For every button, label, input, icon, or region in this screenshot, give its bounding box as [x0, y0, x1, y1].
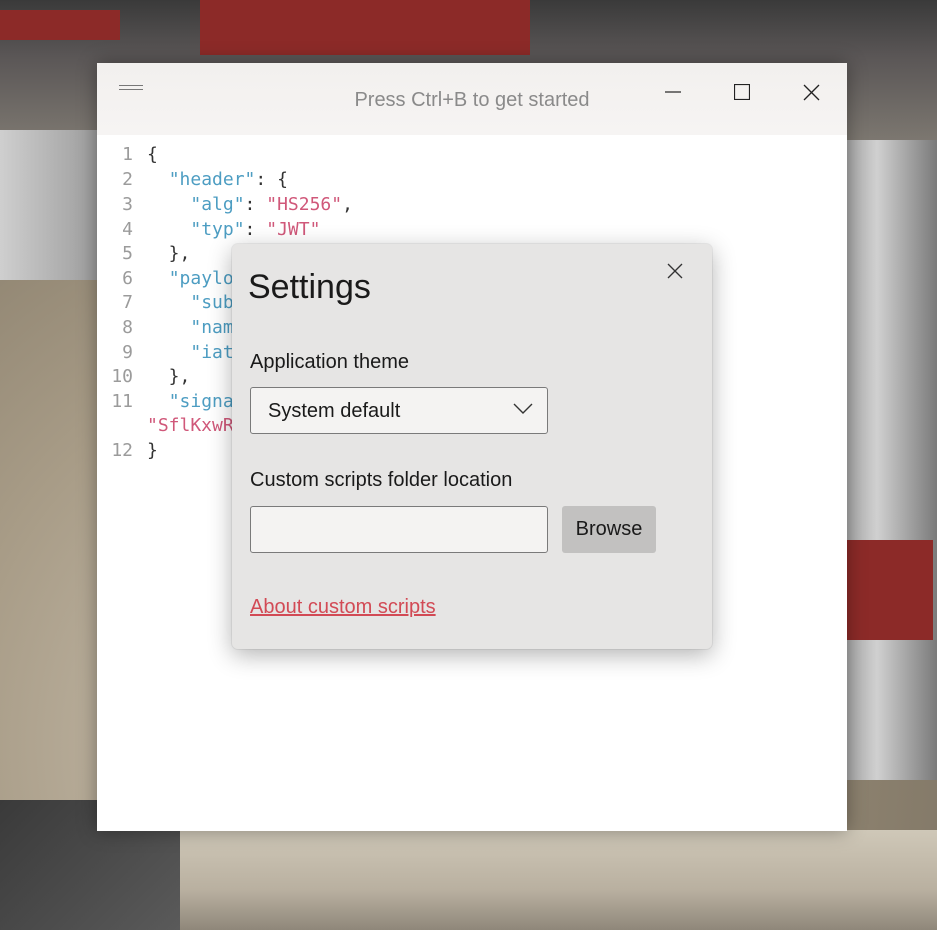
code-text: "nam	[190, 317, 234, 338]
minimize-icon	[665, 91, 681, 93]
code-text: "paylo	[168, 268, 234, 289]
desktop-wallpaper-bottom	[0, 830, 937, 930]
code-text: "iat	[190, 342, 234, 363]
code-text: "header": {	[168, 169, 288, 190]
close-settings-button[interactable]	[660, 256, 690, 286]
chevron-down-icon	[513, 403, 533, 414]
minimize-button[interactable]	[645, 69, 701, 115]
line-number: 2	[122, 169, 133, 190]
close-icon	[667, 263, 683, 279]
code-text: },	[147, 243, 191, 264]
theme-select-value: System default	[268, 400, 401, 422]
line-number: 3	[122, 194, 133, 215]
line-number: 1	[122, 144, 133, 165]
dialog-title: Settings	[248, 268, 371, 306]
code-text: "SflKxwR	[147, 415, 234, 436]
theme-select[interactable]: System default	[250, 387, 548, 434]
line-number: 8	[122, 317, 133, 338]
scripts-folder-input[interactable]	[250, 506, 548, 553]
line-number: 6	[122, 268, 133, 289]
maximize-icon	[734, 84, 750, 100]
title-bar: Press Ctrl+B to get started	[97, 63, 847, 135]
settings-dialog: Settings Application theme System defaul…	[232, 244, 712, 649]
line-number: 4	[122, 219, 133, 240]
line-number: 7	[122, 292, 133, 313]
code-text: "typ": "JWT"	[190, 219, 321, 240]
line-number: 10	[111, 366, 133, 387]
desktop-wallpaper-right	[837, 140, 937, 780]
close-window-button[interactable]	[783, 69, 839, 115]
code-text: {	[147, 144, 158, 165]
line-number: 11	[111, 391, 133, 412]
line-number: 12	[111, 440, 133, 461]
scripts-folder-label: Custom scripts folder location	[250, 469, 513, 491]
desktop-wallpaper-left	[0, 130, 100, 280]
code-text: "alg": "HS256",	[190, 194, 353, 215]
theme-label: Application theme	[250, 351, 409, 373]
close-icon	[803, 84, 819, 100]
code-text: "sub	[190, 292, 234, 313]
line-number: 9	[122, 342, 133, 363]
browse-button[interactable]: Browse	[562, 506, 656, 553]
line-number: 5	[122, 243, 133, 264]
maximize-button[interactable]	[714, 69, 770, 115]
code-text: "signa	[168, 391, 234, 412]
code-text: }	[147, 440, 158, 461]
about-custom-scripts-link[interactable]: About custom scripts	[250, 596, 436, 619]
code-text: },	[147, 366, 191, 387]
